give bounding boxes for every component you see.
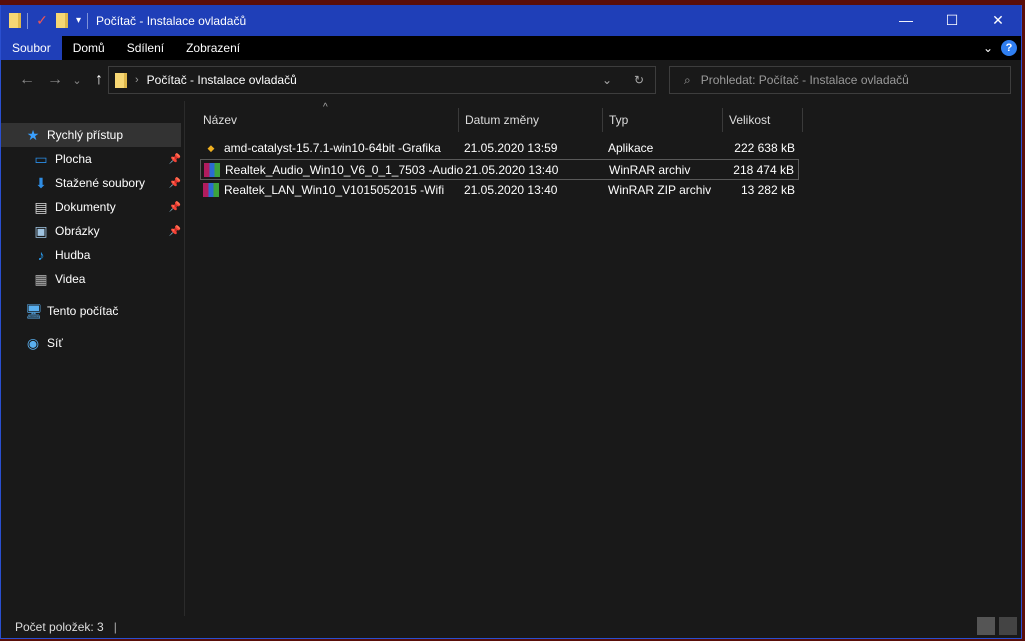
sort-ascending-icon: ^ xyxy=(323,102,328,113)
breadcrumb-path[interactable]: Počítač - Instalace ovladačů xyxy=(147,73,297,87)
sidebar-item[interactable]: ★ Rychlý přístup xyxy=(1,123,181,147)
pin-icon[interactable]: 📌 xyxy=(169,226,181,237)
sidebar-item[interactable]: ♪ Hudba xyxy=(1,243,181,267)
maximize-button[interactable]: ☐ xyxy=(929,12,975,29)
sidebar-item-label: Síť xyxy=(47,336,63,350)
sidebar-item[interactable]: ▭ Plocha 📌 xyxy=(1,147,181,171)
file-name: Realtek_LAN_Win10_V1015052015 -Wifi xyxy=(224,183,445,197)
help-icon[interactable]: ? xyxy=(1001,40,1017,56)
sidebar-item-label: Hudba xyxy=(55,248,91,262)
file-date: 21.05.2020 13:40 xyxy=(464,183,558,197)
sidebar-item-icon: ▣ xyxy=(34,222,48,239)
sidebar-item-label: Tento počítač xyxy=(47,304,119,318)
sidebar-item[interactable]: ⬇ Stažené soubory 📌 xyxy=(1,171,181,195)
sidebar-item-icon: 🖥 xyxy=(25,302,43,319)
column-header-date[interactable]: Datum změny xyxy=(459,108,603,132)
file-type: WinRAR archiv xyxy=(609,163,691,177)
column-label: Velikost xyxy=(729,113,771,127)
sidebar-item[interactable]: 🖥 Tento počítač xyxy=(1,299,181,323)
status-bar: Počet položek: 3 | xyxy=(1,615,1021,638)
pin-icon[interactable]: 📌 xyxy=(169,202,181,213)
winrar-archive-icon xyxy=(203,182,219,197)
pin-icon[interactable]: 📌 xyxy=(169,154,181,165)
file-size: 222 638 kB xyxy=(734,141,795,155)
expand-ribbon-icon[interactable]: ⌄ xyxy=(983,41,993,55)
file-size: 13 282 kB xyxy=(740,183,795,197)
search-icon: ⌕ xyxy=(684,72,691,87)
search-input[interactable]: ⌕ Prohledat: Počítač - Instalace ovladač… xyxy=(669,66,1011,94)
file-date: 21.05.2020 13:59 xyxy=(464,141,558,155)
tab-zobrazeni[interactable]: Zobrazení xyxy=(175,36,251,60)
properties-icon[interactable]: ✓ xyxy=(34,12,50,29)
tab-soubor[interactable]: Soubor xyxy=(1,36,62,60)
sidebar-item[interactable]: ◉ Síť xyxy=(1,331,181,355)
large-icons-view-button[interactable] xyxy=(999,617,1017,635)
sidebar-item-label: Plocha xyxy=(55,152,92,166)
address-bar[interactable]: › Počítač - Instalace ovladačů ⌄ ↻ xyxy=(108,66,656,94)
sidebar-item-icon: ▭ xyxy=(34,150,48,167)
file-row[interactable]: Realtek_LAN_Win10_V1015052015 -Wifi 21.0… xyxy=(200,180,799,201)
sidebar-item-icon: ★ xyxy=(26,126,40,143)
sidebar-item-label: Rychlý přístup xyxy=(47,128,124,142)
sidebar-item-icon: ♪ xyxy=(37,247,45,263)
tab-sdileni[interactable]: Sdílení xyxy=(116,36,175,60)
file-type: WinRAR ZIP archiv xyxy=(608,183,712,197)
column-label: Typ xyxy=(609,113,629,127)
sidebar-item-icon: ⬇ xyxy=(35,174,47,191)
column-header-name[interactable]: Název ^ xyxy=(197,102,459,132)
column-header-type[interactable]: Typ xyxy=(603,108,723,132)
pin-icon[interactable]: 📌 xyxy=(169,178,181,189)
column-header-size[interactable]: Velikost xyxy=(723,108,803,132)
sidebar-item-icon: ▦ xyxy=(34,270,48,287)
installer-shield-icon: ◆ xyxy=(207,143,215,153)
sidebar-item[interactable]: ▣ Obrázky 📌 xyxy=(1,219,181,243)
navigation-pane: ★ Rychlý přístup ▭ Plocha 📌 ⬇ Stažené soubory 📌… xyxy=(1,101,185,616)
file-size: 218 474 kB xyxy=(733,163,794,177)
sidebar-item[interactable]: ▤ Dokumenty 📌 xyxy=(1,195,181,219)
sidebar-item-icon: ▤ xyxy=(34,198,48,215)
minimize-button[interactable]: — xyxy=(883,12,929,29)
close-button[interactable]: ✕ xyxy=(975,12,1021,29)
column-label: Datum změny xyxy=(465,113,540,127)
sidebar-item-label: Videa xyxy=(55,272,86,286)
column-label: Název xyxy=(203,113,238,127)
file-type: Aplikace xyxy=(608,141,654,155)
address-dropdown-button[interactable]: ⌄ xyxy=(591,73,623,87)
customize-toolbar-icon[interactable]: ▾ xyxy=(76,15,81,26)
explorer-window: ✓ ▾ Počítač - Instalace ovladačů — ☐ ✕ S… xyxy=(0,5,1022,639)
forward-button[interactable]: → xyxy=(41,71,69,89)
file-name: amd-catalyst-15.7.1-win10-64bit -Grafika xyxy=(224,141,441,155)
file-date: 21.05.2020 13:40 xyxy=(465,163,559,177)
tab-domu[interactable]: Domů xyxy=(62,36,116,60)
winrar-archive-icon xyxy=(204,162,220,177)
file-name: Realtek_Audio_Win10_V6_0_1_7503 -Audio xyxy=(225,163,464,177)
title-bar: ✓ ▾ Počítač - Instalace ovladačů — ☐ ✕ xyxy=(1,5,1021,36)
file-row[interactable]: Realtek_Audio_Win10_V6_0_1_7503 -Audio 2… xyxy=(200,159,799,180)
sidebar-item-label: Obrázky xyxy=(55,224,100,238)
search-placeholder: Prohledat: Počítač - Instalace ovladačů xyxy=(700,73,909,87)
folder-icon xyxy=(115,72,127,88)
back-button[interactable]: ← xyxy=(13,71,41,89)
file-row[interactable]: ◆ amd-catalyst-15.7.1-win10-64bit -Grafi… xyxy=(200,138,799,159)
item-count: Počet položek: 3 xyxy=(15,619,104,634)
recent-locations-button[interactable]: ⌄ xyxy=(69,74,85,87)
breadcrumb-separator[interactable]: › xyxy=(135,74,139,86)
refresh-button[interactable]: ↻ xyxy=(623,73,655,87)
sidebar-item-label: Dokumenty xyxy=(55,200,116,214)
sidebar-item-icon: ◉ xyxy=(26,334,40,351)
folder-icon[interactable] xyxy=(9,13,21,28)
ribbon-tabs: Soubor Domů Sdílení Zobrazení ⌄ ? xyxy=(1,36,1021,60)
sidebar-item-label: Stažené soubory xyxy=(55,176,146,190)
details-view-button[interactable] xyxy=(977,617,995,635)
new-folder-icon[interactable] xyxy=(56,13,68,28)
window-title: Počítač - Instalace ovladačů xyxy=(96,13,247,28)
sidebar-item[interactable]: ▦ Videa xyxy=(1,267,181,291)
